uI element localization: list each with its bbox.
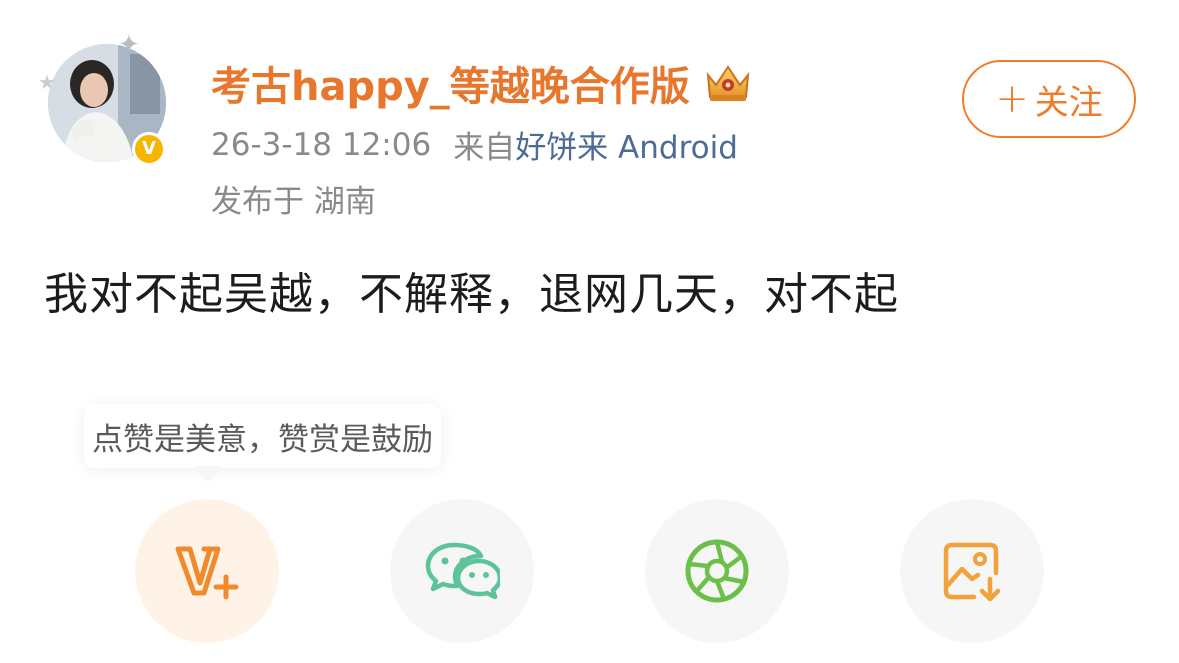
source-label: 来自 (453, 130, 516, 166)
verified-badge-icon: V (132, 132, 166, 166)
reward-button[interactable] (135, 499, 279, 643)
moments-aperture-icon (685, 539, 749, 603)
plus-icon: + (995, 76, 1029, 122)
reward-v-plus-icon (175, 546, 239, 600)
follow-button[interactable]: + 关注 (962, 60, 1136, 138)
author-avatar-wrap[interactable]: V ★ ✦ (38, 30, 170, 174)
post-content: 我对不起吴越，不解释，退网几天，对不起 (44, 269, 899, 320)
share-moments-button[interactable] (645, 499, 789, 643)
post-meta: 26-3-18 12:06 来自 好饼来 Android (211, 122, 738, 167)
author-name[interactable]: 考古happy_等越晚合作版 (211, 54, 754, 112)
tooltip-text: 点赞是美意，赞赏是鼓励 (92, 421, 433, 458)
sparkle-icon: ✦ (118, 30, 140, 60)
wechat-icon (425, 542, 500, 600)
share-wechat-button[interactable] (390, 499, 534, 643)
reward-tooltip: 点赞是美意，赞赏是鼓励 (84, 404, 441, 468)
follow-button-label: 关注 (1034, 82, 1103, 123)
author-name-text[interactable]: 考古happy_等越晚合作版 (211, 54, 690, 112)
save-image-button[interactable] (900, 499, 1044, 643)
crown-member-icon (706, 65, 750, 101)
source-app-link[interactable]: 好饼来 Android (515, 122, 738, 167)
sparkle-icon: ★ (38, 70, 56, 94)
save-image-icon (943, 542, 1001, 602)
post-timestamp: 26-3-18 12:06 (211, 126, 432, 163)
post-location: 发布于 湖南 (211, 184, 376, 220)
tooltip-arrow (194, 466, 222, 482)
